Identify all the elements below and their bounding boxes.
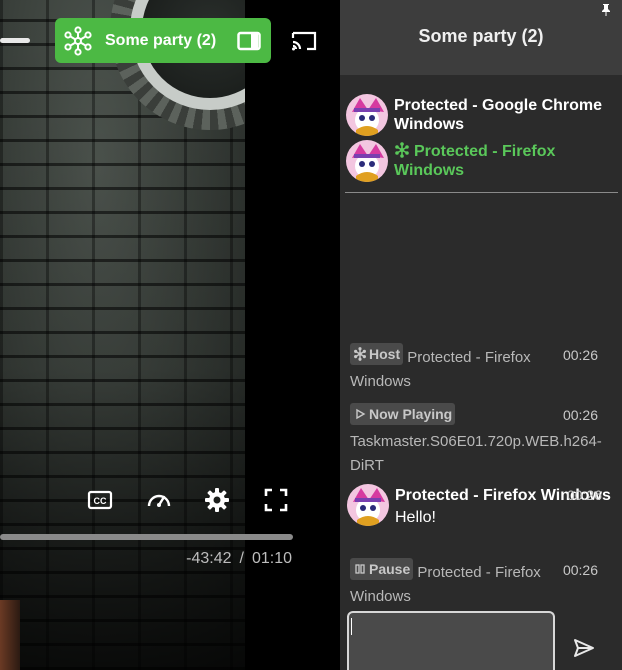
message-time: 00:26 <box>562 347 598 363</box>
sidebar-title: Some party (2) <box>418 26 544 46</box>
message-body-cont: Windows <box>350 373 411 390</box>
member-item[interactable]: Protected - Google Chrome Windows <box>346 94 616 136</box>
system-message-pause: Pause Protected - Firefox Windows 00:26 <box>350 558 612 609</box>
avatar <box>346 94 388 136</box>
message-body: Protected - Firefox <box>417 564 541 581</box>
time-display: -43:42/01:10 <box>186 550 292 567</box>
host-icon <box>354 347 366 361</box>
member-item-host[interactable]: Protected - Firefox Windows <box>346 140 616 182</box>
system-message-host: Host Protected - Firefox Windows 00:26 <box>350 343 612 394</box>
sidebar-toggle-icon <box>237 31 261 50</box>
duration: 01:10 <box>251 550 292 567</box>
chat-input[interactable] <box>347 611 555 670</box>
captions-icon[interactable]: CC <box>86 486 114 514</box>
send-icon[interactable] <box>573 638 595 658</box>
chat-text: Hello! <box>395 509 436 526</box>
party-button-label: Some party (2) <box>105 31 217 49</box>
divider <box>345 192 618 193</box>
play-icon <box>356 408 366 420</box>
playback-speed-icon[interactable] <box>145 486 173 514</box>
volume-slider[interactable] <box>0 38 30 43</box>
message-body-cont: Windows <box>350 588 411 605</box>
system-message-now-playing: Now Playing Taskmaster.S06E01.720p.WEB.h… <box>350 403 612 478</box>
sidebar-header: Some party (2) <box>340 0 622 75</box>
pause-icon <box>355 564 365 574</box>
chat-message: Protected - Firefox Windows Hello! 00:26 <box>347 484 617 527</box>
message-time: 00:26 <box>566 487 602 503</box>
seek-bar[interactable] <box>0 534 293 540</box>
text-caret <box>351 618 352 635</box>
message-body: Protected - Firefox <box>407 349 531 366</box>
member-name: Protected - Google Chrome Windows <box>394 97 603 133</box>
svg-text:CC: CC <box>94 496 107 506</box>
app-window: Some party (2) CC -43:42 / 01:10 Some pa… <box>0 0 622 670</box>
avatar <box>347 484 389 526</box>
member-name: Protected - Firefox Windows <box>394 143 556 179</box>
message-time: 00:26 <box>562 407 598 423</box>
message-body: Taskmaster.S06E01.720p.WEB.h264- <box>350 433 602 450</box>
time-remaining: -43:42 <box>186 550 232 567</box>
avatar <box>346 140 388 182</box>
party-sidebar: Some party (2) Protected - Google Chrome… <box>340 0 622 670</box>
message-tag: Now Playing <box>350 403 456 425</box>
message-tag: Host <box>350 343 404 365</box>
network-icon <box>64 25 92 56</box>
party-button[interactable]: Some party (2) <box>55 18 271 63</box>
pin-icon[interactable] <box>601 4 611 16</box>
message-time: 00:26 <box>562 562 598 578</box>
cast-icon[interactable] <box>291 30 317 52</box>
settings-gear-icon[interactable] <box>203 486 231 514</box>
fullscreen-icon[interactable] <box>262 486 290 514</box>
video-player[interactable] <box>0 0 245 670</box>
message-body-cont: DiRT <box>350 457 384 474</box>
message-tag: Pause <box>350 558 414 580</box>
host-icon <box>395 142 409 158</box>
